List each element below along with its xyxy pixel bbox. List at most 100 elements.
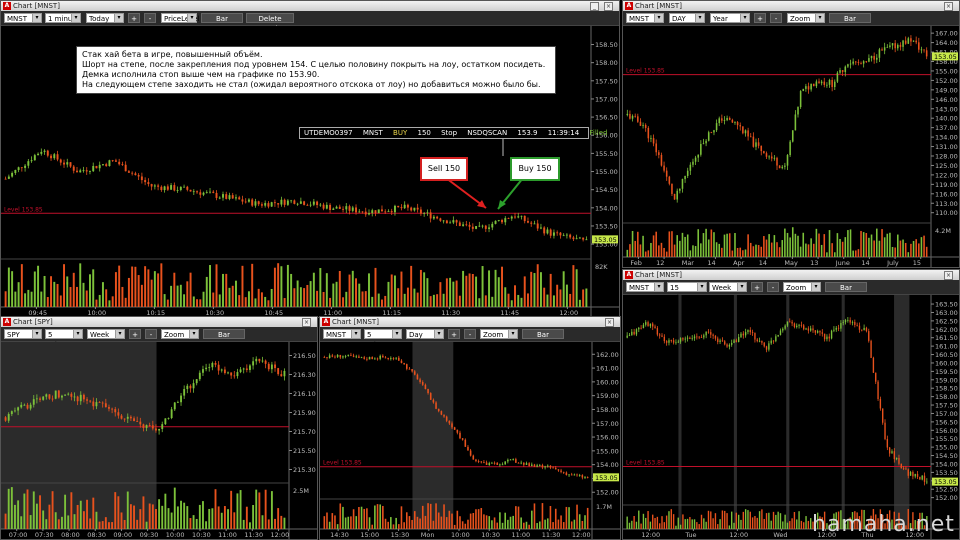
chevron-down-icon[interactable]: ▾ <box>737 283 746 291</box>
chevron-down-icon[interactable]: ▾ <box>811 283 820 291</box>
volume-bar <box>358 283 361 307</box>
mid-price-plot[interactable]: 162.00 161.00 160.00 159.00 158.00 157.00 156.… <box>320 342 620 539</box>
bar-button[interactable]: Bar <box>203 329 245 339</box>
mid-chart-window[interactable]: A Chart [MNST] × MNST▾ 5 minutes▾ Day▾ +… <box>319 316 621 540</box>
r15-price-plot[interactable]: 163.50163.00162.50162.00161.50161.00160.… <box>623 295 959 539</box>
main-title-bar[interactable]: A Chart [MNST] _ × <box>1 1 619 11</box>
candle-body <box>32 399 35 405</box>
y-tick-label: 116.00 <box>935 190 958 198</box>
volume-bar <box>202 501 204 529</box>
volume-bar <box>124 297 127 307</box>
volume-bar <box>69 287 72 307</box>
chevron-down-icon[interactable]: ▾ <box>71 14 80 22</box>
candle-body <box>886 46 889 48</box>
minimize-icon[interactable]: _ <box>590 2 599 11</box>
bar-button[interactable]: Bar <box>522 329 564 339</box>
chevron-down-icon[interactable]: ▾ <box>508 330 517 338</box>
daily-title-bar[interactable]: A Chart [MNST] × <box>623 1 959 11</box>
candle-body <box>228 195 231 199</box>
volume-bar <box>249 522 251 529</box>
zoom-select[interactable]: Zoom ▾ <box>783 282 821 292</box>
chevron-down-icon[interactable]: ▾ <box>187 14 196 22</box>
zoom-select[interactable]: Zoom ▾ <box>480 329 518 339</box>
spy-price-plot[interactable]: 216.50 216.30 216.10 215.90 215.70 215.50 215.… <box>1 342 317 539</box>
chevron-down-icon[interactable]: ▾ <box>351 330 360 338</box>
chevron-down-icon[interactable]: ▾ <box>434 330 443 338</box>
close-icon[interactable]: × <box>944 271 953 280</box>
spy-title-bar[interactable]: A Chart [SPY] × <box>1 317 317 327</box>
zoom-select[interactable]: Zoom ▾ <box>161 329 199 339</box>
chevron-down-icon[interactable]: ▾ <box>695 14 704 22</box>
bar-button[interactable]: Bar <box>829 13 871 23</box>
style-select[interactable]: PriceLevel ▾ <box>161 13 200 23</box>
close-icon[interactable]: × <box>604 2 613 11</box>
zoom-out-button[interactable]: - <box>464 329 476 339</box>
candle-body <box>520 462 522 464</box>
close-icon[interactable]: × <box>605 318 614 327</box>
close-icon[interactable]: × <box>944 2 953 11</box>
fill-price: 153.9 <box>517 129 538 137</box>
bar-button[interactable]: Bar <box>825 282 867 292</box>
zoom-in-button[interactable]: + <box>129 329 141 339</box>
interval-select[interactable]: 15 minutes▾ <box>667 282 707 302</box>
delete-levels-button[interactable]: Delete Levels <box>246 13 294 33</box>
chevron-down-icon[interactable]: ▾ <box>115 330 124 338</box>
candle-body <box>647 127 650 139</box>
period-select[interactable]: Year ▾ <box>710 13 750 23</box>
volume-bar <box>440 516 443 529</box>
candle-body <box>445 416 448 421</box>
candle-body <box>884 422 886 440</box>
chevron-down-icon[interactable]: ▾ <box>697 283 706 291</box>
zoom-in-button[interactable]: + <box>448 329 460 339</box>
interval-select[interactable]: 1 minute ▾ <box>45 13 81 23</box>
zoom-in-button[interactable]: + <box>754 13 766 23</box>
chevron-down-icon[interactable]: ▾ <box>654 283 663 291</box>
bar-button[interactable]: Bar <box>201 13 243 23</box>
volume-bar <box>196 299 199 307</box>
r15-title-bar[interactable]: A Chart [MNST] × <box>623 270 959 280</box>
chevron-down-icon[interactable]: ▾ <box>815 14 824 22</box>
interval-select[interactable]: 5 minutes▾ <box>364 329 402 349</box>
period-select[interactable]: Week ▾ <box>87 329 125 339</box>
chevron-down-icon[interactable]: ▾ <box>114 14 123 22</box>
zoom-in-button[interactable]: + <box>128 13 140 23</box>
volume-bar <box>742 250 744 257</box>
chevron-down-icon[interactable]: ▾ <box>392 330 401 338</box>
zoom-out-button[interactable]: - <box>770 13 782 23</box>
spy-chart-window[interactable]: A Chart [SPY] × SPY▾ 5 minutes▾ Week▾ + … <box>0 316 318 540</box>
volume-bar <box>170 285 173 307</box>
zoom-out-button[interactable]: - <box>145 329 157 339</box>
symbol-input[interactable]: MNST ▾ <box>626 282 664 292</box>
symbol-input[interactable]: MNST ▾ <box>4 13 42 23</box>
volume-bar <box>491 296 494 307</box>
candle-body <box>377 209 380 214</box>
interval-select[interactable]: 5 minutes▾ <box>45 329 83 349</box>
period-select[interactable]: Day ▾ <box>406 329 444 339</box>
chevron-down-icon[interactable]: ▾ <box>740 14 749 22</box>
daily-price-plot[interactable]: 167.00164.00161.00158.00155.00152.00149.… <box>623 26 959 267</box>
zoom-in-button[interactable]: + <box>751 282 763 292</box>
close-icon[interactable]: × <box>302 318 311 327</box>
price-level-label: Level 153.85 <box>626 68 665 75</box>
chevron-down-icon[interactable]: ▾ <box>654 14 663 22</box>
volume-bar <box>408 516 411 529</box>
period-select[interactable]: Week ▾ <box>709 282 747 292</box>
zoom-out-button[interactable]: - <box>767 282 779 292</box>
zoom-select[interactable]: Zoom ▾ <box>787 13 825 23</box>
symbol-input[interactable]: MNST ▾ <box>323 329 361 339</box>
candle-body <box>501 219 503 223</box>
mid-title-bar[interactable]: A Chart [MNST] × <box>320 317 620 327</box>
period-select[interactable]: Today ▾ <box>86 13 124 23</box>
r15-chart-window[interactable]: A Chart [MNST] × MNST▾ 15 minutes▾ Week▾… <box>622 269 960 540</box>
chevron-down-icon[interactable]: ▾ <box>32 14 41 22</box>
chevron-down-icon[interactable]: ▾ <box>189 330 198 338</box>
symbol-input[interactable]: SPY ▾ <box>4 329 42 339</box>
volume-bar <box>713 232 715 257</box>
main-chart-window[interactable]: A Chart [MNST] _ × MNST ▾ 1 minute ▾ Today… <box>0 0 620 318</box>
chevron-down-icon[interactable]: ▾ <box>73 330 82 338</box>
daily-chart-window[interactable]: A Chart [MNST] × MNST ▾ DAY ▾ Year ▾ + - Zo… <box>622 0 960 268</box>
symbol-input[interactable]: MNST ▾ <box>626 13 664 23</box>
interval-select[interactable]: DAY ▾ <box>669 13 705 23</box>
chevron-down-icon[interactable]: ▾ <box>32 330 41 338</box>
zoom-out-button[interactable]: - <box>144 13 156 23</box>
